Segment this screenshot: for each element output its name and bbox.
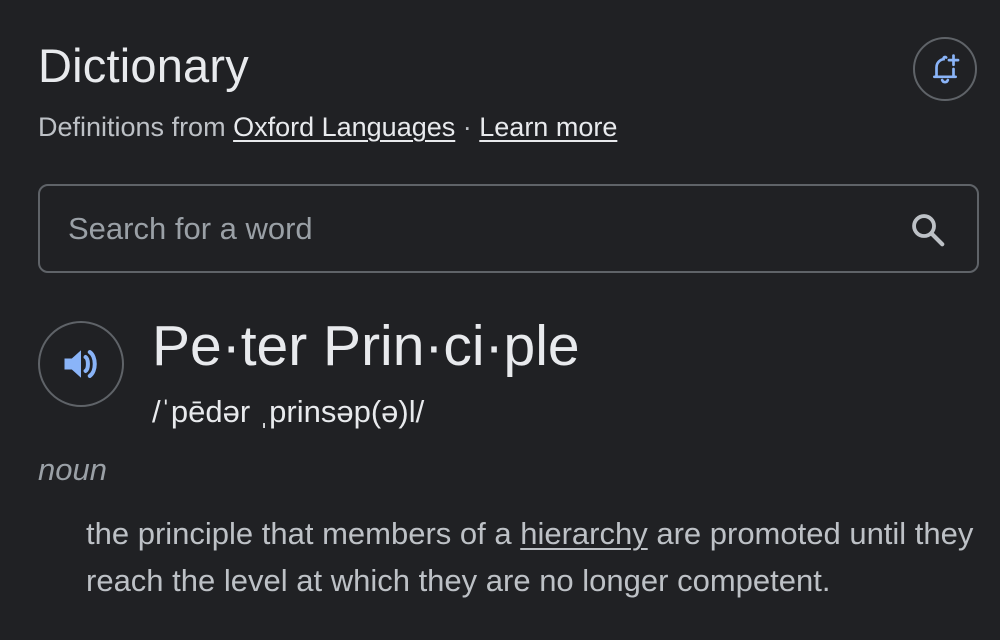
learn-more-link[interactable]: Learn more [479,112,617,142]
hierarchy-link[interactable]: hierarchy [520,516,648,551]
search-input[interactable] [68,204,868,254]
page-title: Dictionary [38,39,249,92]
add-alert-icon [933,54,960,84]
source-attribution: Definitions from Oxford Languages · Lear… [38,108,617,146]
phonetic-spelling: /ˈpēdər ˌprinsəp(ə)l/ [152,394,425,429]
headword: Pe·ter Prin·ci·ple [152,314,580,378]
oxford-languages-link[interactable]: Oxford Languages [233,112,455,142]
pronunciation-audio-button[interactable] [38,321,124,407]
create-alert-button[interactable] [913,37,977,101]
part-of-speech: noun [38,452,107,487]
search-icon[interactable] [909,211,947,249]
speaker-icon [64,350,97,378]
definition-text: the principle that members of a hierarch… [86,510,986,604]
definition-before: the principle that members of a [86,516,521,551]
search-box [38,184,979,273]
source-separator: · [455,112,480,142]
source-prefix: Definitions from [38,112,226,142]
